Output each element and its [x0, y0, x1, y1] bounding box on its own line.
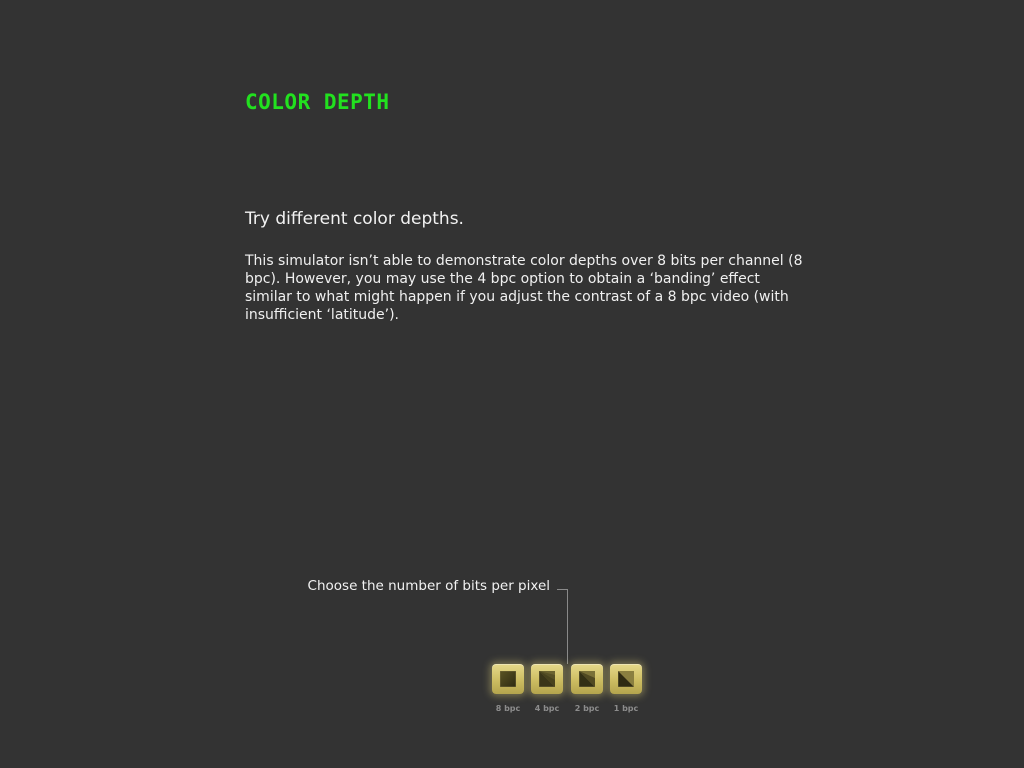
depth-1bpc-label: 1 bpc [613, 704, 639, 713]
connector-line [557, 589, 568, 664]
depth-4bpc-label: 4 bpc [534, 704, 560, 713]
split-square-icon [618, 671, 634, 687]
depth-1bpc-button[interactable] [610, 664, 642, 694]
subheading: Try different color depths. [245, 209, 464, 229]
bits-per-pixel-prompt: Choose the number of bits per pixel [307, 578, 550, 594]
striped-square-icon [579, 671, 595, 687]
depth-2bpc-label: 2 bpc [574, 704, 600, 713]
banded-square-icon [539, 671, 555, 687]
description-text: This simulator isn’t able to demonstrate… [245, 253, 803, 323]
depth-8bpc-label: 8 bpc [495, 704, 521, 713]
depth-2bpc-button[interactable] [571, 664, 603, 694]
page-title: COLOR DEPTH [245, 90, 390, 114]
depth-8bpc-button[interactable] [492, 664, 524, 694]
gradient-square-icon [500, 671, 516, 687]
depth-4bpc-button[interactable] [531, 664, 563, 694]
